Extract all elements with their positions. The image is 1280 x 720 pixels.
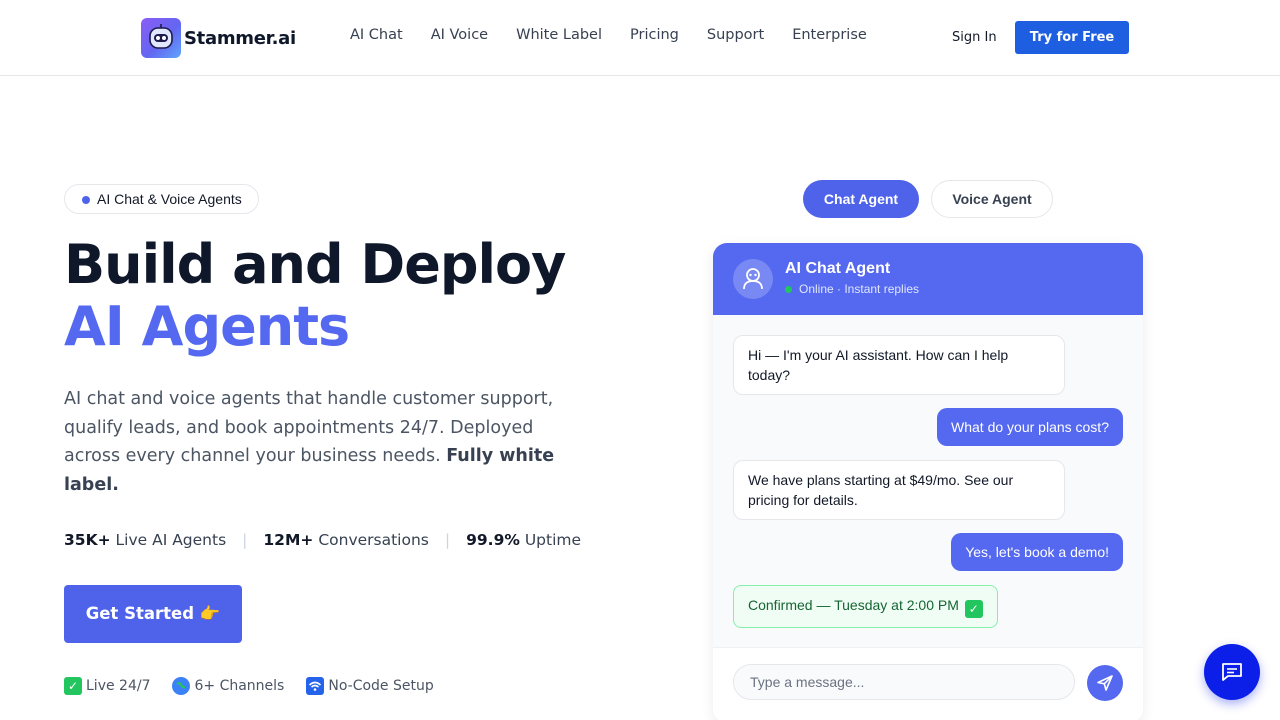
tab-chat-agent[interactable]: Chat Agent bbox=[803, 180, 919, 218]
chat-demo-widget: AI Chat Agent Online · Instant replies H… bbox=[713, 243, 1143, 720]
confirmation-message: Confirmed — Tuesday at 2:00 PM ✓ bbox=[733, 585, 998, 628]
hero-title-accent: AI Agents bbox=[64, 295, 350, 358]
tab-voice-agent[interactable]: Voice Agent bbox=[931, 180, 1053, 218]
main-nav: AI Chat AI Voice White Label Pricing Sup… bbox=[350, 27, 895, 43]
site-header: Stammer.ai AI Chat AI Voice White Label … bbox=[0, 0, 1280, 76]
stat-label: Live AI Agents bbox=[115, 531, 227, 549]
chat-bubble-icon bbox=[1222, 663, 1242, 681]
feature-label: No-Code Setup bbox=[328, 678, 434, 694]
send-icon bbox=[1097, 675, 1113, 691]
wifi-icon bbox=[306, 677, 325, 695]
bot-icon bbox=[743, 268, 763, 290]
send-button[interactable] bbox=[1087, 665, 1123, 701]
nav-support[interactable]: Support bbox=[707, 27, 764, 43]
open-chat-button[interactable] bbox=[1204, 644, 1260, 700]
chat-status: Online · Instant replies bbox=[799, 282, 920, 296]
nav-pricing[interactable]: Pricing bbox=[630, 27, 679, 43]
message-input[interactable] bbox=[733, 664, 1075, 700]
feature-label: 6+ Channels bbox=[194, 678, 285, 694]
stat-label: Conversations bbox=[318, 531, 429, 549]
sign-in-link[interactable]: Sign In bbox=[952, 30, 997, 45]
online-status-dot bbox=[785, 286, 792, 293]
stat-value: 12M+ bbox=[263, 531, 314, 549]
stat-separator: | bbox=[444, 531, 451, 549]
chat-composer bbox=[713, 647, 1143, 720]
get-started-button[interactable]: Get Started 👉 bbox=[64, 585, 242, 643]
chat-header: AI Chat Agent Online · Instant replies bbox=[713, 243, 1143, 315]
user-message: Yes, let's book a demo! bbox=[951, 533, 1123, 571]
feature-item: ✓ Live 24/7 bbox=[64, 677, 150, 695]
try-for-free-button[interactable]: Try for Free bbox=[1015, 21, 1129, 54]
bot-avatar bbox=[733, 259, 773, 299]
hero-badge-label: AI Chat & Voice Agents bbox=[97, 191, 242, 207]
stat-label: Uptime bbox=[524, 531, 582, 549]
feature-label: Live 24/7 bbox=[86, 678, 151, 694]
chat-title: AI Chat Agent bbox=[785, 260, 891, 277]
hero-stats: 35K+ Live AI Agents | 12M+ Conversations… bbox=[64, 531, 581, 549]
badge-dot-icon bbox=[82, 196, 90, 204]
check-icon: ✓ bbox=[64, 677, 82, 695]
brand-logo[interactable]: Stammer.ai bbox=[141, 18, 296, 58]
feature-list: ✓ Live 24/7 6+ Channels No-Code Setup bbox=[64, 677, 456, 695]
stat-value: 35K+ bbox=[64, 531, 111, 549]
user-message: What do your plans cost? bbox=[937, 408, 1123, 446]
brand-name: Stammer.ai bbox=[184, 27, 296, 49]
globe-icon bbox=[172, 677, 191, 695]
robot-face-icon bbox=[141, 18, 181, 58]
nav-white-label[interactable]: White Label bbox=[516, 27, 602, 43]
nav-ai-chat[interactable]: AI Chat bbox=[350, 27, 403, 43]
confirmation-text: Confirmed — Tuesday at 2:00 PM bbox=[748, 597, 959, 613]
hero-badge: AI Chat & Voice Agents bbox=[64, 184, 259, 214]
feature-item: No-Code Setup bbox=[306, 677, 434, 695]
check-icon: ✓ bbox=[964, 600, 983, 618]
bot-message: Hi — I'm your AI assistant. How can I he… bbox=[733, 335, 1065, 395]
hero-title: Build and Deploy bbox=[64, 233, 566, 296]
feature-item: 6+ Channels bbox=[172, 677, 284, 695]
nav-enterprise[interactable]: Enterprise bbox=[792, 27, 867, 43]
stat-value: 99.9% bbox=[466, 531, 520, 549]
nav-ai-voice[interactable]: AI Voice bbox=[431, 27, 488, 43]
hero-lead: AI chat and voice agents that handle cus… bbox=[64, 385, 584, 499]
bot-message: We have plans starting at $49/mo. See ou… bbox=[733, 460, 1065, 520]
stat-separator: | bbox=[242, 531, 248, 549]
